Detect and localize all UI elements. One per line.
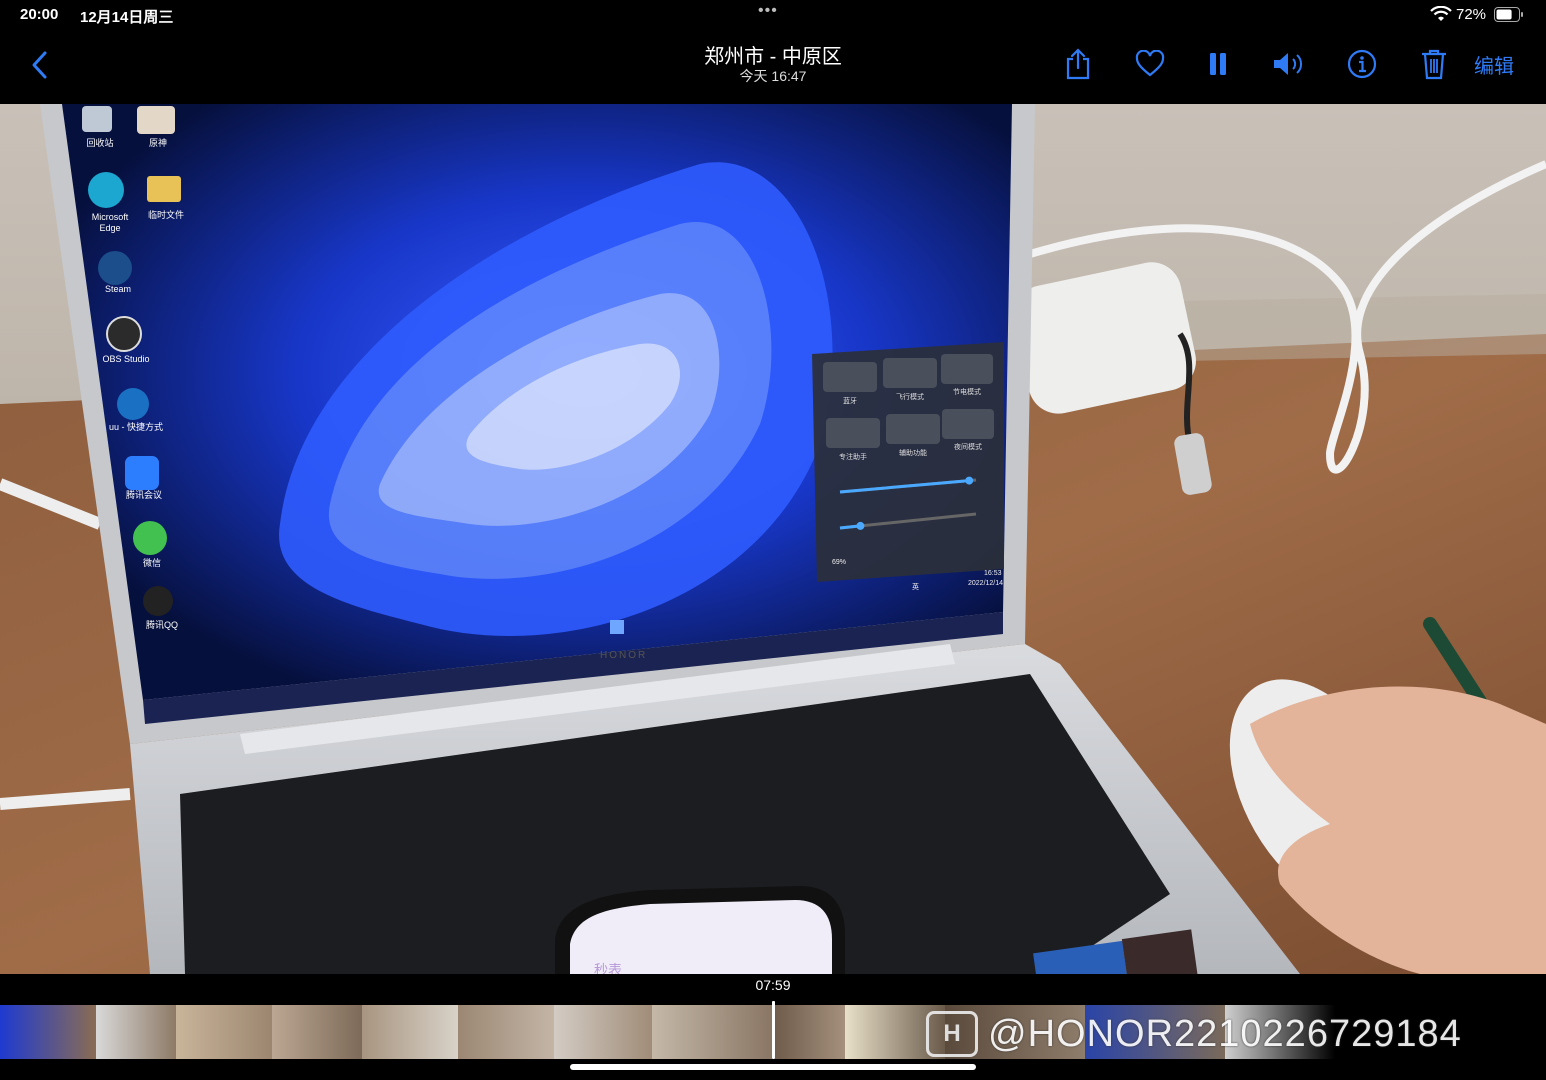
edit-button[interactable]: 编辑: [1474, 50, 1514, 79]
accessibility-tile[interactable]: [886, 414, 940, 444]
photo-timestamp: 今天 16:47: [739, 68, 807, 84]
filmstrip-thumb: [554, 1005, 652, 1059]
tencent-meeting-icon[interactable]: [125, 456, 159, 490]
filmstrip-thumb: [176, 1005, 272, 1059]
favorite-button[interactable]: [1130, 44, 1170, 84]
desktop-icon-label: 腾讯QQ: [145, 620, 178, 630]
multitasking-dots-icon[interactable]: •••: [758, 2, 778, 20]
pause-icon: [1210, 53, 1226, 75]
folder-icon[interactable]: [147, 176, 181, 202]
filmstrip-thumb: [652, 1005, 772, 1059]
quick-settings-battery: 69%: [832, 559, 847, 566]
video-frame-scene: [0, 104, 1546, 974]
genshin-icon[interactable]: [137, 106, 175, 134]
info-button[interactable]: [1342, 44, 1382, 84]
filmstrip-thumb: [272, 1005, 362, 1059]
home-indicator[interactable]: [570, 1064, 976, 1070]
share-button[interactable]: [1058, 44, 1098, 84]
quick-tile-label: 辅助功能: [899, 450, 927, 457]
filmstrip-thumb: [362, 1005, 458, 1059]
desktop-icon-label: 原神: [148, 138, 167, 148]
filmstrip-thumb: [96, 1005, 176, 1059]
recycle-bin-icon[interactable]: [82, 106, 112, 132]
video-frame[interactable]: 回收站 原神 Microsoft Edge 临时文件 Steam OBS Stu…: [0, 104, 1546, 974]
honor-logo-icon: H: [926, 1011, 978, 1057]
battery-percent: 72%: [1456, 6, 1487, 23]
info-icon: [1347, 49, 1377, 79]
bluetooth-tile[interactable]: [823, 362, 877, 392]
filmstrip-thumb: [775, 1005, 845, 1059]
wechat-icon[interactable]: [133, 521, 167, 555]
watermark-text: @HONOR2210226729184: [988, 1012, 1462, 1055]
trash-icon: [1422, 49, 1446, 80]
scrubber-timecode: 07:59: [755, 977, 791, 993]
desktop-icon-label: Steam: [104, 284, 131, 294]
focus-assist-tile[interactable]: [826, 418, 880, 448]
status-date: 12月14日周三: [80, 9, 174, 26]
photo-nav-bar: 郑州市 - 中原区 今天 16:47 编辑: [0, 32, 1546, 98]
watermark: H @HONOR2210226729184: [926, 1010, 1462, 1058]
desktop-icon-label: 腾讯会议: [125, 490, 162, 500]
qq-icon[interactable]: [143, 586, 173, 616]
quick-tile-label: 专注助手: [839, 454, 867, 461]
volume-button[interactable]: [1268, 44, 1308, 84]
desktop-icon-label: Microsoft Edge: [91, 212, 129, 233]
taskbar-ime: 英: [912, 584, 919, 591]
status-bar: 20:00 12月14日周三 ••• 72%: [0, 0, 1546, 32]
quick-tile-label: 飞行模式: [896, 394, 924, 401]
laptop-brand: HONOR: [600, 650, 648, 661]
heart-icon: [1135, 50, 1165, 77]
quick-tile-label: 蓝牙: [843, 398, 857, 405]
battery-icon: [1494, 7, 1523, 22]
delete-button[interactable]: [1414, 44, 1454, 84]
pause-button[interactable]: [1198, 44, 1238, 84]
desktop-icon-label: 回收站: [86, 138, 114, 148]
taskbar-clock-time: 16:53: [984, 570, 1002, 577]
volume-slider-knob[interactable]: [856, 521, 865, 530]
desktop-icon-label: 微信: [142, 558, 161, 568]
wifi-icon: [1430, 6, 1452, 21]
brightness-slider-knob[interactable]: [965, 476, 974, 485]
desktop-icon-label: 临时文件: [147, 210, 184, 220]
night-light-tile[interactable]: [942, 409, 994, 439]
uu-icon[interactable]: [117, 388, 149, 420]
steam-icon[interactable]: [98, 251, 132, 285]
location-title: 郑州市 - 中原区: [704, 46, 842, 68]
quick-tile-label: 节电模式: [953, 389, 981, 396]
taskbar-clock-date: 2022/12/14: [968, 580, 1004, 587]
edge-icon[interactable]: [88, 172, 124, 208]
status-time: 20:00: [20, 6, 59, 23]
airplane-mode-tile[interactable]: [883, 358, 937, 388]
filmstrip-thumb: [458, 1005, 554, 1059]
obs-icon[interactable]: [106, 316, 142, 352]
battery-saver-tile[interactable]: [941, 354, 993, 384]
volume-icon: [1274, 53, 1303, 75]
scrubber-playhead[interactable]: [772, 1001, 775, 1059]
start-button-icon[interactable]: [610, 620, 624, 634]
desktop-icon-label: uu - 快捷方式: [108, 422, 163, 432]
share-icon: [1066, 48, 1090, 80]
desktop-icon-label: OBS Studio: [102, 354, 150, 364]
quick-tile-label: 夜间模式: [954, 444, 982, 451]
filmstrip-thumb: [0, 1005, 96, 1059]
phone-app-title: 秒表: [594, 962, 622, 974]
